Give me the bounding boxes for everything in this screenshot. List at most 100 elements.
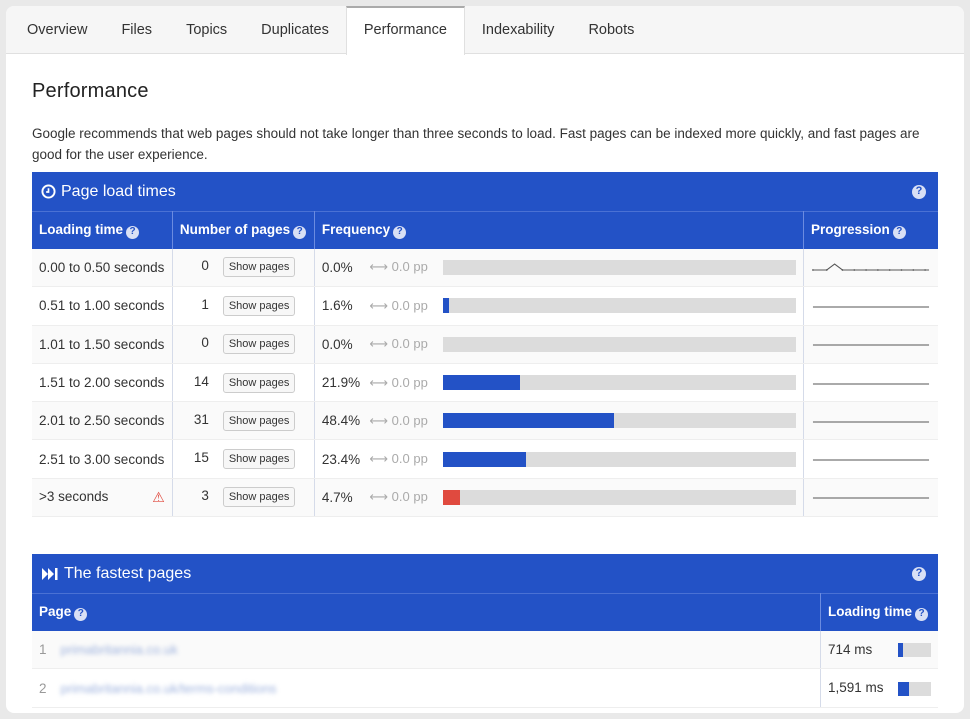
load-time-row: >3 seconds ⚠ 3 Show pages 4.7% ⟷ 0.0 pp xyxy=(32,478,938,518)
tab-performance[interactable]: Performance xyxy=(345,6,465,55)
page-count: 0 xyxy=(201,335,209,351)
page-count-cell: 0 Show pages xyxy=(172,325,315,364)
frequency-bar-fill xyxy=(442,451,526,467)
page-link[interactable]: primabritannia.co.uk/terms-conditions xyxy=(61,681,277,696)
tab-robots[interactable]: Robots xyxy=(571,6,651,53)
load-time-bar xyxy=(898,643,931,658)
progression-sparkline xyxy=(812,383,930,385)
load-time-cell: 1,591 ms xyxy=(820,668,938,708)
loading-range: >3 seconds ⚠ xyxy=(32,478,173,518)
progression-cell xyxy=(803,478,938,518)
warning-icon: ⚠ xyxy=(152,488,165,505)
tab-files[interactable]: Files xyxy=(104,6,169,53)
help-icon[interactable]: ? xyxy=(293,225,307,239)
frequency-percent: 48.4% xyxy=(314,401,366,441)
frequency-change: 0.0 pp xyxy=(391,336,428,352)
progression-sparkline xyxy=(812,459,930,461)
frequency-change: 0.0 pp xyxy=(391,259,428,275)
tab-overview[interactable]: Overview xyxy=(10,6,104,53)
tab-indexability[interactable]: Indexability xyxy=(465,6,572,53)
fastest-pages-title: The fastest pages xyxy=(41,565,191,583)
progression-cell xyxy=(803,286,938,326)
frequency-bar xyxy=(442,375,796,391)
progression-cell xyxy=(803,439,938,479)
arrows-horizontal-icon: ⟷ xyxy=(369,336,392,352)
load-times-table: Loading time? Number of pages? Frequency… xyxy=(32,211,938,518)
show-pages-button[interactable]: Show pages xyxy=(222,257,296,278)
page-count: 0 xyxy=(201,258,209,274)
frequency-bar-cell xyxy=(435,325,804,364)
load-time-row: 0.51 to 1.00 seconds 1 Show pages 1.6% ⟷ 0.0… xyxy=(32,286,938,326)
page-count: 15 xyxy=(193,450,209,466)
show-pages-button[interactable]: Show pages xyxy=(222,410,296,431)
page-count: 3 xyxy=(201,488,209,504)
rank-number: 2 xyxy=(32,668,54,708)
show-pages-button[interactable]: Show pages xyxy=(222,487,296,508)
progression-sparkline xyxy=(812,306,930,308)
show-pages-button[interactable]: Show pages xyxy=(222,334,296,355)
frequency-change-cell: ⟷ 0.0 pp xyxy=(365,439,436,479)
page-count-cell: 15 Show pages xyxy=(172,439,315,479)
loading-range: 2.51 to 3.00 seconds xyxy=(32,439,173,479)
arrows-horizontal-icon: ⟷ xyxy=(369,412,392,428)
loading-range: 0.00 to 0.50 seconds xyxy=(32,248,173,288)
help-icon[interactable]: ? xyxy=(892,225,906,239)
frequency-change: 0.0 pp xyxy=(391,489,428,505)
fast-page-row: 2 primabritannia.co.uk/terms-conditions 1,… xyxy=(32,668,938,708)
frequency-percent: 4.7% xyxy=(314,478,366,518)
arrows-horizontal-icon: ⟷ xyxy=(369,259,392,275)
app-window: Overview Files Topics Duplicates Perform… xyxy=(6,6,964,713)
help-icon[interactable]: ? xyxy=(912,566,926,581)
help-icon[interactable]: ? xyxy=(393,225,407,239)
frequency-bar-fill xyxy=(442,413,614,429)
help-icon[interactable]: ? xyxy=(915,607,928,621)
progression-sparkline xyxy=(812,344,930,346)
frequency-change-cell: ⟷ 0.0 pp xyxy=(365,401,436,441)
loading-range: 2.01 to 2.50 seconds xyxy=(32,401,173,441)
tab-duplicates[interactable]: Duplicates xyxy=(244,6,346,53)
col-number-of-pages[interactable]: Number of pages? xyxy=(172,211,315,249)
show-pages-button[interactable]: Show pages xyxy=(222,372,296,393)
intro-text: Google recommends that web pages should … xyxy=(32,126,920,162)
progression-cell xyxy=(803,248,938,288)
load-time-row: 0.00 to 0.50 seconds 0 Show pages 0.0% ⟷ 0.0… xyxy=(32,248,938,288)
help-icon[interactable]: ? xyxy=(912,184,926,199)
col-loading-time[interactable]: Loading time? xyxy=(32,211,173,249)
col-fast-loading-time[interactable]: Loading time? xyxy=(820,593,938,631)
page-title: Performance xyxy=(32,80,149,102)
arrows-horizontal-icon: ⟷ xyxy=(369,489,392,505)
frequency-percent: 23.4% xyxy=(314,439,366,479)
load-time-bar-fill xyxy=(898,681,909,696)
fastest-pages-table: Page? Loading time? 1 primabritannia.co.u… xyxy=(32,593,938,708)
page-count: 31 xyxy=(193,411,209,427)
show-pages-button[interactable]: Show pages xyxy=(222,295,296,316)
col-page[interactable]: Page? xyxy=(32,593,821,631)
frequency-bar xyxy=(442,489,796,505)
col-frequency[interactable]: Frequency? xyxy=(314,211,804,249)
fastest-pages-header: The fastest pages ? xyxy=(32,554,938,594)
page-count: 1 xyxy=(201,296,209,312)
help-icon[interactable]: ? xyxy=(126,225,139,239)
loading-range: 0.51 to 1.00 seconds xyxy=(32,286,173,326)
progression-sparkline xyxy=(812,421,930,423)
frequency-bar-cell xyxy=(435,401,804,441)
help-icon[interactable]: ? xyxy=(74,607,88,621)
page-link-cell: primabritannia.co.uk xyxy=(53,630,821,670)
clock-icon xyxy=(41,184,56,199)
tab-bar: Overview Files Topics Duplicates Perform… xyxy=(6,6,964,55)
page-link[interactable]: primabritannia.co.uk xyxy=(61,642,178,657)
page-count-cell: 3 Show pages xyxy=(172,478,315,518)
frequency-bar xyxy=(442,413,796,429)
col-progression[interactable]: Progression? xyxy=(803,211,938,249)
frequency-change-cell: ⟷ 0.0 pp xyxy=(365,478,436,518)
frequency-bar xyxy=(442,259,796,275)
loading-range: 1.51 to 2.00 seconds xyxy=(32,363,173,403)
tab-topics[interactable]: Topics xyxy=(169,6,244,53)
frequency-bar-cell xyxy=(435,478,804,518)
arrows-horizontal-icon: ⟷ xyxy=(369,374,392,390)
progression-sparkline xyxy=(812,497,930,499)
page-count: 14 xyxy=(193,373,209,389)
fastest-pages-panel: The fastest pages ? Page? Loading time? … xyxy=(32,554,938,708)
load-time-row: 2.01 to 2.50 seconds 31 Show pages 48.4% ⟷ 0… xyxy=(32,401,938,441)
show-pages-button[interactable]: Show pages xyxy=(222,449,296,470)
